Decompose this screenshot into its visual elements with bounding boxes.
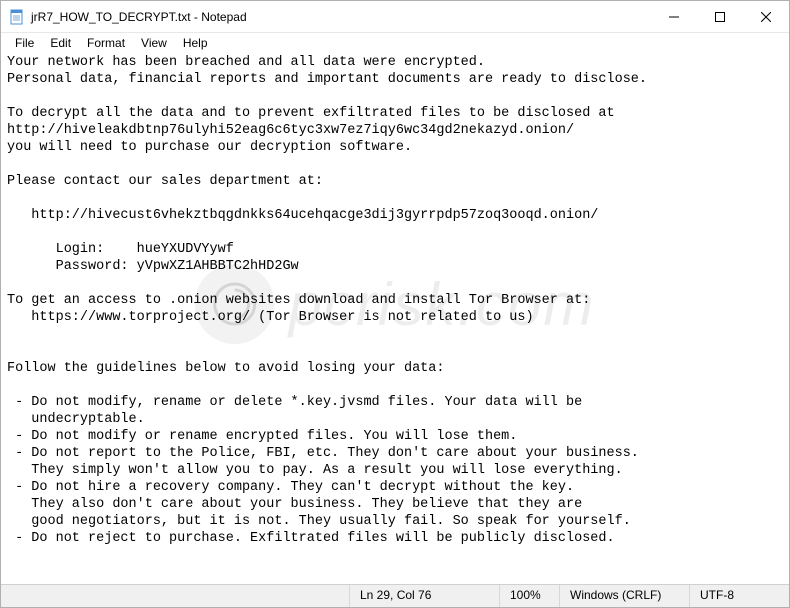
titlebar: jrR7_HOW_TO_DECRYPT.txt - Notepad	[1, 1, 789, 33]
status-zoom: 100%	[499, 585, 559, 607]
text-area[interactable]: Your network has been breached and all d…	[1, 53, 789, 584]
window-controls	[651, 1, 789, 32]
status-spacer	[1, 585, 349, 607]
menu-file[interactable]: File	[7, 34, 42, 52]
menu-edit[interactable]: Edit	[42, 34, 79, 52]
menu-format[interactable]: Format	[79, 34, 133, 52]
window-title: jrR7_HOW_TO_DECRYPT.txt - Notepad	[31, 10, 651, 24]
maximize-button[interactable]	[697, 1, 743, 33]
notepad-icon	[9, 9, 25, 25]
menu-view[interactable]: View	[133, 34, 175, 52]
menubar: File Edit Format View Help	[1, 33, 789, 53]
statusbar: Ln 29, Col 76 100% Windows (CRLF) UTF-8	[1, 584, 789, 607]
status-encoding: UTF-8	[689, 585, 789, 607]
notepad-window: jrR7_HOW_TO_DECRYPT.txt - Notepad File E…	[0, 0, 790, 608]
status-line-ending: Windows (CRLF)	[559, 585, 689, 607]
minimize-button[interactable]	[651, 1, 697, 33]
status-position: Ln 29, Col 76	[349, 585, 499, 607]
close-button[interactable]	[743, 1, 789, 33]
menu-help[interactable]: Help	[175, 34, 216, 52]
